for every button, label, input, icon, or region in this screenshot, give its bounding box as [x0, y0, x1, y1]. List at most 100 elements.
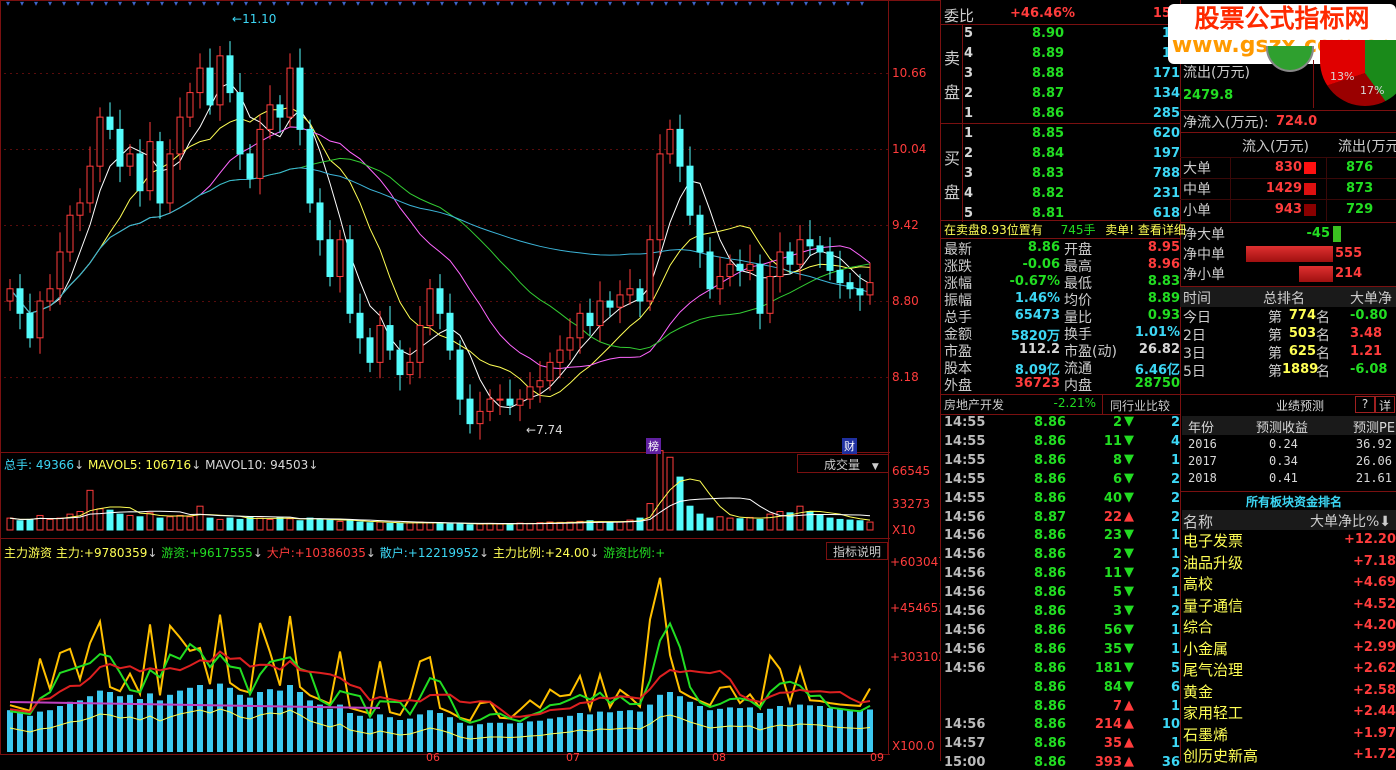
board-name[interactable]: 小金属: [1183, 638, 1228, 659]
top-marker: ▾: [146, 0, 150, 8]
board-name[interactable]: 电子发票: [1183, 530, 1243, 551]
grid-dot: [328, 377, 330, 379]
level-price[interactable]: 8.82: [1032, 186, 1064, 201]
grid-dot: [706, 377, 708, 379]
grid-dot: [856, 73, 858, 74]
level-price[interactable]: 8.85: [1032, 126, 1064, 141]
grid-dot: [544, 225, 546, 227]
grid-dot: [586, 301, 588, 303]
candle-down: [466, 398, 474, 425]
level-price[interactable]: 8.83: [1032, 166, 1064, 181]
notice-link[interactable]: 卖单! 查看详细: [1105, 223, 1186, 237]
tick-price: 8.86: [1034, 679, 1067, 695]
top-marker: ▾: [76, 0, 80, 8]
forecast-year: 2018: [1188, 471, 1217, 485]
grid-dot: [316, 73, 318, 74]
forecast-year: 2016: [1188, 437, 1217, 451]
rank-suffix: 名: [1316, 346, 1330, 362]
board-name[interactable]: 量子通信: [1183, 595, 1243, 616]
net-bar: [1333, 226, 1341, 242]
top-marker: ▾: [832, 0, 836, 8]
board-name[interactable]: 油品升级: [1183, 552, 1243, 573]
arrow-down-icon: ▼: [1124, 527, 1134, 543]
indicator-help-button[interactable]: 指标说明: [826, 542, 888, 560]
grid-dot: [112, 377, 114, 379]
retail-bar: [667, 692, 673, 752]
candle-down: [386, 325, 394, 351]
candle-up: [66, 214, 74, 253]
level-price[interactable]: 8.90: [1032, 26, 1064, 41]
forecast-detail-button[interactable]: 详: [1375, 396, 1395, 413]
tick-time: 14:56: [944, 509, 986, 525]
compare-button[interactable]: 同行业比较: [1110, 397, 1170, 414]
tick-volume: 84: [1103, 679, 1122, 695]
candle-up: [256, 128, 264, 179]
tick-volume: 5: [1112, 585, 1122, 601]
grid-dot: [10, 225, 12, 227]
volume-indicator-select[interactable]: 成交量 ▼: [797, 454, 889, 473]
tick-price: 8.86: [1034, 452, 1067, 468]
board-name[interactable]: 家用轻工: [1183, 702, 1243, 723]
volume-bar: [816, 514, 824, 531]
grid-dot: [202, 149, 204, 151]
board-name[interactable]: 石墨烯: [1183, 724, 1228, 745]
grid-dot: [844, 149, 846, 151]
grid-dot: [286, 301, 288, 303]
rank-prefix: 第: [1268, 328, 1282, 344]
marker-rank[interactable]: 榜: [646, 438, 661, 454]
tick-price: 8.86: [1034, 566, 1067, 582]
grid-dot: [346, 225, 348, 227]
level-price[interactable]: 8.88: [1032, 66, 1064, 81]
level-number: 1: [964, 126, 974, 141]
level-number: 1: [964, 106, 974, 121]
tick-time: 14:56: [944, 622, 986, 638]
grid-dot: [154, 149, 156, 151]
forecast-help-button[interactable]: ?: [1355, 396, 1375, 413]
large-order-notice[interactable]: 在卖盘8.93位置有 745手 卖单! 查看详细: [944, 221, 1186, 238]
board-name[interactable]: 尾气治理: [1183, 659, 1243, 680]
grid-dot: [526, 301, 528, 303]
retail-bar: [7, 710, 13, 752]
grid-dot: [604, 301, 606, 303]
grid-dot: [4, 377, 6, 379]
grid-dot: [466, 301, 468, 303]
level-price[interactable]: 8.89: [1032, 46, 1064, 61]
level-price[interactable]: 8.81: [1032, 206, 1064, 221]
grid-dot: [34, 377, 36, 379]
kline-chart[interactable]: ▾ ▾ ▾ ▾ ▾ ▾ ▾ ▾ ▾ ▾ ▾ ▾ ▾ ▾ ▾ ▾ ▾ ▾ ▾ ▾ ▾ ▾ ▾ ▾ ▾ ▾ ▾ ▾ ▾ ▾ ▾ ▾ ▾ ▾ ▾ ▾ ▾ ▾ ▾ ▾…: [0, 0, 940, 761]
flow-header-out: 流出(万元: [1338, 139, 1396, 155]
grid-dot: [610, 149, 612, 151]
grid-dot: [442, 73, 444, 74]
grid-dot: [340, 377, 342, 379]
sector-name[interactable]: 房地产开发: [944, 396, 1004, 413]
board-name[interactable]: 综合: [1183, 616, 1213, 637]
candle-up: [426, 288, 434, 327]
arrow-up-icon: ▲: [1124, 716, 1134, 732]
level-price[interactable]: 8.86: [1032, 106, 1064, 121]
grid-dot: [76, 73, 78, 74]
outflow-label: 流出(万元): [1183, 65, 1250, 81]
grid-dot: [376, 73, 378, 74]
level-price[interactable]: 8.84: [1032, 146, 1064, 161]
grid-dot: [736, 301, 738, 303]
grid-dot: [52, 377, 54, 379]
volume-bar: [266, 518, 274, 531]
volume-bar: [656, 450, 664, 531]
arrow-down-icon: ▼: [1124, 470, 1134, 486]
board-name[interactable]: 创历史新高: [1183, 745, 1258, 766]
flow-bar-icon: [1304, 183, 1316, 195]
grid-dot: [370, 73, 372, 74]
candle-up: [496, 398, 504, 401]
board-name[interactable]: 高校: [1183, 573, 1213, 594]
marker-finance[interactable]: 财: [842, 438, 857, 454]
level-price[interactable]: 8.87: [1032, 86, 1064, 101]
grid-dot: [802, 225, 804, 227]
board-name[interactable]: 黄金: [1183, 681, 1213, 702]
tick-time: 14:56: [944, 641, 986, 657]
boards-header-value[interactable]: 大单净比%⬇: [1310, 511, 1391, 531]
candle-down: [226, 55, 234, 94]
top-marker: ▾: [706, 0, 710, 8]
top-marker: ▾: [20, 0, 24, 8]
grid-dot: [466, 377, 468, 379]
candle-up: [646, 239, 654, 302]
